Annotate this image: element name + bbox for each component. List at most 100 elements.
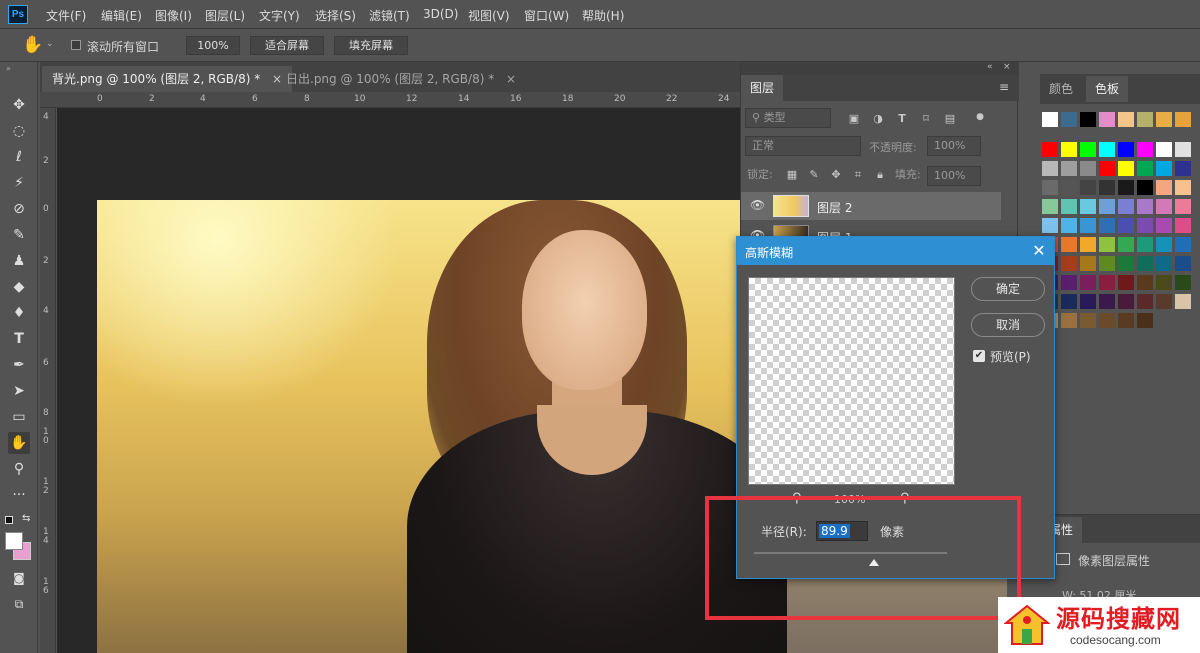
color-swatch[interactable] <box>1118 112 1134 127</box>
tab-color[interactable]: 颜色 <box>1040 76 1082 102</box>
color-swatch[interactable] <box>1099 237 1115 252</box>
lock-artboard-icon[interactable]: ⌗ <box>851 168 865 182</box>
color-swatch[interactable] <box>1156 199 1172 214</box>
color-swatch[interactable] <box>1099 313 1115 328</box>
color-swatch[interactable] <box>1118 180 1134 195</box>
color-swatch[interactable] <box>1175 237 1191 252</box>
color-swatch[interactable] <box>1118 313 1134 328</box>
color-swatch[interactable] <box>1118 142 1134 157</box>
color-swatch[interactable] <box>1080 142 1096 157</box>
adjustment-filter-icon[interactable]: ◑ <box>871 112 885 126</box>
color-swatch[interactable] <box>1156 161 1172 176</box>
type-tool-icon[interactable]: T <box>8 328 30 350</box>
color-swatch[interactable] <box>1099 180 1115 195</box>
pen-tool-icon[interactable]: ✒ <box>8 354 30 376</box>
menu-filter[interactable]: 滤镜(T) <box>369 7 410 24</box>
color-swatch[interactable] <box>1099 142 1115 157</box>
color-swatch[interactable] <box>1156 275 1172 290</box>
eye-icon[interactable]: 👁︎ <box>750 198 765 212</box>
color-swatch[interactable] <box>1080 218 1096 233</box>
layer-row-layer-2[interactable]: 👁︎ 图层 2 <box>741 192 1001 220</box>
menu-type[interactable]: 文字(Y) <box>259 7 300 24</box>
color-swatch[interactable] <box>1042 112 1058 127</box>
color-swatch[interactable] <box>1080 237 1096 252</box>
color-swatch[interactable] <box>1118 199 1134 214</box>
color-swatch[interactable] <box>1175 180 1191 195</box>
zoom-tool-icon[interactable]: ⚲ <box>8 458 30 480</box>
shape-filter-icon[interactable]: ⌑ <box>919 112 933 126</box>
lock-image-icon[interactable]: ✎ <box>807 168 821 182</box>
lasso-tool-icon[interactable]: ℓ <box>8 146 30 168</box>
menu-file[interactable]: 文件(F) <box>46 7 86 24</box>
default-colors-icon[interactable] <box>5 516 13 524</box>
color-swatch[interactable] <box>1175 218 1191 233</box>
color-swatch[interactable] <box>1137 313 1153 328</box>
color-swatch[interactable] <box>1156 180 1172 195</box>
menu-edit[interactable]: 编辑(E) <box>101 7 142 24</box>
fill-screen-button[interactable]: 填充屏幕 <box>334 36 408 55</box>
color-swatch[interactable] <box>1137 237 1153 252</box>
marquee-tool-icon[interactable]: ◌ <box>8 120 30 142</box>
eyedropper-tool-icon[interactable]: ⊘ <box>8 198 30 220</box>
color-swatch[interactable] <box>1080 112 1096 127</box>
color-swatch[interactable] <box>1137 294 1153 309</box>
menu-layer[interactable]: 图层(L) <box>205 7 245 24</box>
menu-window[interactable]: 窗口(W) <box>524 7 569 24</box>
color-swatch[interactable] <box>1080 294 1096 309</box>
magic-wand-tool-icon[interactable]: ⚡ <box>8 172 30 194</box>
color-swatch[interactable] <box>1137 142 1153 157</box>
color-swatch[interactable] <box>1137 112 1153 127</box>
color-swatch[interactable] <box>1061 142 1077 157</box>
color-swatch[interactable] <box>1061 161 1077 176</box>
color-swatch[interactable] <box>1118 294 1134 309</box>
color-swatch[interactable] <box>1099 218 1115 233</box>
color-swatch[interactable] <box>1175 142 1191 157</box>
color-swatch[interactable] <box>1061 112 1077 127</box>
close-icon[interactable]: × <box>1003 62 1011 72</box>
color-swatch[interactable] <box>1175 294 1191 309</box>
ok-button[interactable]: 确定 <box>971 277 1045 301</box>
color-swatch[interactable] <box>1175 199 1191 214</box>
zoom-level-field[interactable]: 100% <box>186 36 240 55</box>
menu-image[interactable]: 图像(I) <box>155 7 192 24</box>
color-swatch[interactable] <box>1118 275 1134 290</box>
color-swatch[interactable] <box>1099 161 1115 176</box>
color-swatch[interactable] <box>1080 256 1096 271</box>
tab-sunrise[interactable]: 日出.png @ 100% (图层 2, RGB/8) * × <box>276 66 526 92</box>
lock-position-icon[interactable]: ✥ <box>829 168 843 182</box>
color-swatch[interactable] <box>1099 294 1115 309</box>
more-tools-icon[interactable]: ··· <box>8 484 30 506</box>
opacity-field[interactable]: 100% <box>927 136 981 156</box>
color-swatch[interactable] <box>1118 161 1134 176</box>
cancel-button[interactable]: 取消 <box>971 313 1045 337</box>
preview-checkbox[interactable]: ✔ <box>973 350 985 362</box>
fit-screen-button[interactable]: 适合屏幕 <box>250 36 324 55</box>
tab-swatches[interactable]: 色板 <box>1086 76 1129 102</box>
color-swatch[interactable] <box>1080 275 1096 290</box>
color-swatch[interactable] <box>1156 294 1172 309</box>
color-swatch[interactable] <box>1099 256 1115 271</box>
color-swatch[interactable] <box>1137 218 1153 233</box>
foreground-color-swatch[interactable] <box>5 532 23 550</box>
color-swatch[interactable] <box>1080 199 1096 214</box>
color-swatch[interactable] <box>1137 199 1153 214</box>
collapse-icon[interactable]: » <box>6 64 11 73</box>
rectangle-tool-icon[interactable]: ▭ <box>8 406 30 428</box>
filter-toggle-icon[interactable]: ● <box>973 110 987 124</box>
color-swatch[interactable] <box>1118 237 1134 252</box>
color-swatch[interactable] <box>1156 112 1172 127</box>
color-swatch[interactable] <box>1042 218 1058 233</box>
close-icon[interactable]: ✕ <box>1029 241 1049 261</box>
paint-bucket-tool-icon[interactable]: ♦ <box>8 302 30 324</box>
color-swatch[interactable] <box>1137 161 1153 176</box>
color-swatch[interactable] <box>1175 161 1191 176</box>
color-swatch[interactable] <box>1137 256 1153 271</box>
color-swatch[interactable] <box>1118 256 1134 271</box>
color-swatch[interactable] <box>1061 199 1077 214</box>
color-swatch[interactable] <box>1042 142 1058 157</box>
brush-tool-icon[interactable]: ✎ <box>8 224 30 246</box>
color-swatch[interactable] <box>1061 294 1077 309</box>
color-swatch[interactable] <box>1099 112 1115 127</box>
color-swatch[interactable] <box>1099 199 1115 214</box>
color-swatch[interactable] <box>1137 180 1153 195</box>
